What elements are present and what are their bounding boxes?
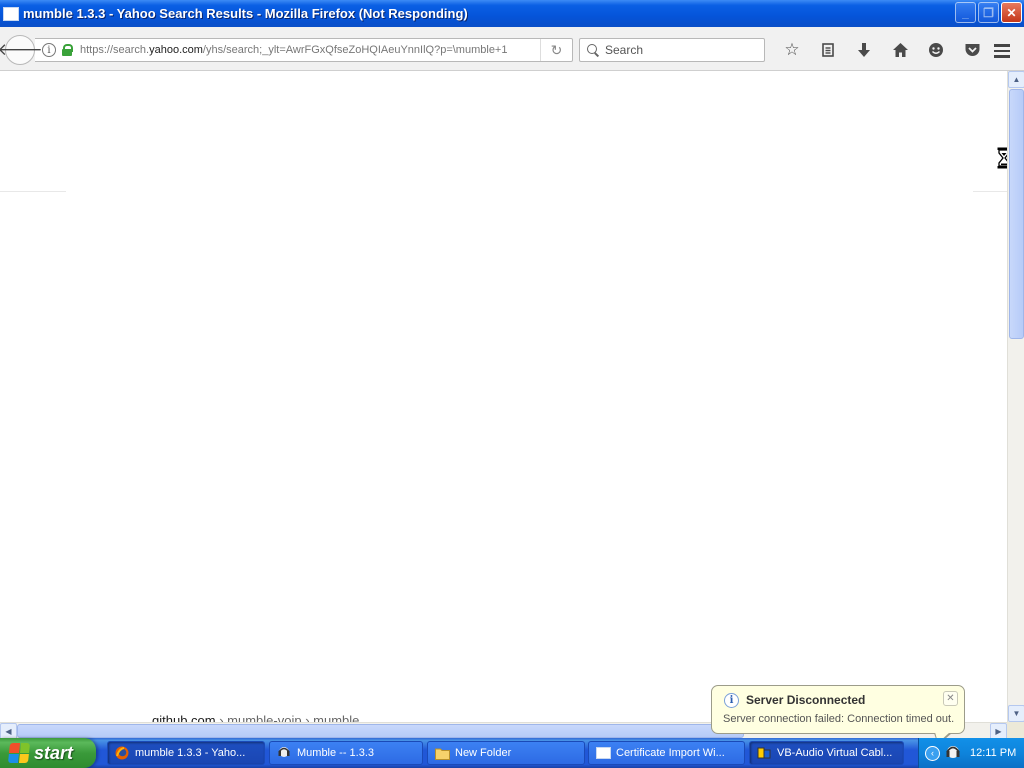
clock[interactable]: 12:11 PM bbox=[970, 747, 1016, 759]
url-prefix: https://search. bbox=[80, 44, 150, 56]
scrollbar-corner bbox=[1007, 722, 1024, 738]
search-result-breadcrumb[interactable]: github.com › mumble-voip › mumble bbox=[152, 713, 359, 722]
windows-flag-icon bbox=[7, 743, 31, 763]
download-icon[interactable] bbox=[846, 38, 882, 62]
mumble-icon bbox=[276, 745, 292, 761]
notification-balloon[interactable]: i Server Disconnected Server connection … bbox=[711, 685, 965, 745]
back-button[interactable]: 🡐 bbox=[0, 35, 43, 65]
reload-icon[interactable]: ↻ bbox=[540, 39, 572, 61]
window-icon bbox=[595, 745, 611, 761]
taskbar-item-label: VB-Audio Virtual Cabl... bbox=[777, 747, 893, 759]
firefox-icon bbox=[114, 745, 130, 761]
close-button[interactable]: ✕ bbox=[1001, 2, 1022, 23]
taskbar-item-label: Certificate Import Wi... bbox=[616, 747, 725, 759]
taskbar-item-label: New Folder bbox=[455, 747, 512, 759]
result-path-1: mumble-voip bbox=[227, 713, 302, 722]
notification-title: Server Disconnected bbox=[746, 693, 866, 707]
notification-close-button[interactable]: ✕ bbox=[943, 691, 958, 706]
mumble-tray-icon[interactable] bbox=[945, 745, 961, 761]
notification-message: Server connection failed: Connection tim… bbox=[723, 713, 955, 725]
url-host: yahoo.com bbox=[149, 44, 203, 56]
lock-icon[interactable] bbox=[62, 44, 73, 56]
window-titlebar[interactable]: mumble 1.3.3 - Yahoo Search Results - Mo… bbox=[0, 0, 1024, 27]
result-sep-1: › bbox=[215, 713, 228, 722]
horizontal-scroll-thumb[interactable] bbox=[17, 724, 744, 738]
taskbar-item-new-folder[interactable]: New Folder bbox=[427, 741, 585, 765]
desktop-screen: mumble 1.3.3 - Yahoo Search Results - Mo… bbox=[0, 0, 1024, 768]
start-button[interactable]: start bbox=[0, 738, 96, 768]
back-icon: 🡐 bbox=[0, 40, 43, 59]
scroll-down-button[interactable]: ▼ bbox=[1008, 705, 1024, 722]
url-path: /yhs/search;_ylt=AwrFGxQfseZoHQIAeuYnnIl… bbox=[202, 44, 508, 56]
vertical-scroll-thumb[interactable] bbox=[1009, 89, 1024, 339]
search-input[interactable] bbox=[605, 43, 755, 57]
result-sep-2: › bbox=[301, 713, 314, 722]
window-title: mumble 1.3.3 - Yahoo Search Results - Mo… bbox=[23, 6, 468, 21]
pocket-icon[interactable] bbox=[954, 38, 990, 62]
vb-audio-icon bbox=[756, 745, 772, 761]
result-path-2: mumble bbox=[313, 713, 360, 722]
info-icon[interactable]: i bbox=[42, 43, 56, 57]
divider-left bbox=[0, 191, 66, 192]
tray-expand-icon[interactable]: ‹ bbox=[925, 745, 940, 761]
smiley-icon[interactable] bbox=[918, 38, 954, 62]
toolbar-icons: ☆ bbox=[774, 38, 990, 62]
info-balloon-icon: i bbox=[724, 693, 739, 708]
window-app-icon[interactable] bbox=[3, 6, 19, 21]
taskbar-item-certificate-import[interactable]: Certificate Import Wi... bbox=[588, 741, 745, 765]
reading-list-icon[interactable] bbox=[810, 38, 846, 62]
url-text[interactable]: https://search.yahoo.com/yhs/search;_ylt… bbox=[80, 44, 520, 56]
taskbar-item-vb-audio[interactable]: VB-Audio Virtual Cabl... bbox=[749, 741, 904, 765]
start-label: start bbox=[34, 742, 74, 763]
maximize-button[interactable]: ❐ bbox=[978, 2, 999, 23]
url-bar[interactable]: i https://search.yahoo.com/yhs/search;_y… bbox=[35, 38, 573, 62]
taskbar: start mumble 1.3.3 - Yaho... Mumble -- 1… bbox=[0, 738, 1024, 768]
bookmark-star-icon[interactable]: ☆ bbox=[774, 38, 810, 62]
system-tray: ‹ 12:11 PM bbox=[918, 738, 1024, 768]
scroll-up-button[interactable]: ▲ bbox=[1008, 71, 1024, 88]
window-controls: _ ❐ ✕ bbox=[955, 2, 1022, 23]
minimize-button[interactable]: _ bbox=[955, 2, 976, 23]
search-box[interactable] bbox=[579, 38, 765, 62]
taskbar-item-mumble[interactable]: Mumble -- 1.3.3 bbox=[269, 741, 423, 765]
taskbar-item-label: Mumble -- 1.3.3 bbox=[297, 747, 375, 759]
search-icon bbox=[587, 44, 599, 56]
taskbar-item-label: mumble 1.3.3 - Yaho... bbox=[135, 747, 246, 759]
divider-right bbox=[973, 191, 1007, 192]
folder-icon bbox=[434, 745, 450, 761]
menu-icon[interactable] bbox=[986, 39, 1018, 63]
home-icon[interactable] bbox=[882, 38, 918, 62]
taskbar-item-firefox[interactable]: mumble 1.3.3 - Yaho... bbox=[107, 741, 265, 765]
vertical-scrollbar[interactable]: ▲ ▼ bbox=[1007, 71, 1024, 722]
result-host: github.com bbox=[152, 713, 216, 722]
page-content: github.com › mumble-voip › mumble bbox=[0, 71, 1007, 722]
